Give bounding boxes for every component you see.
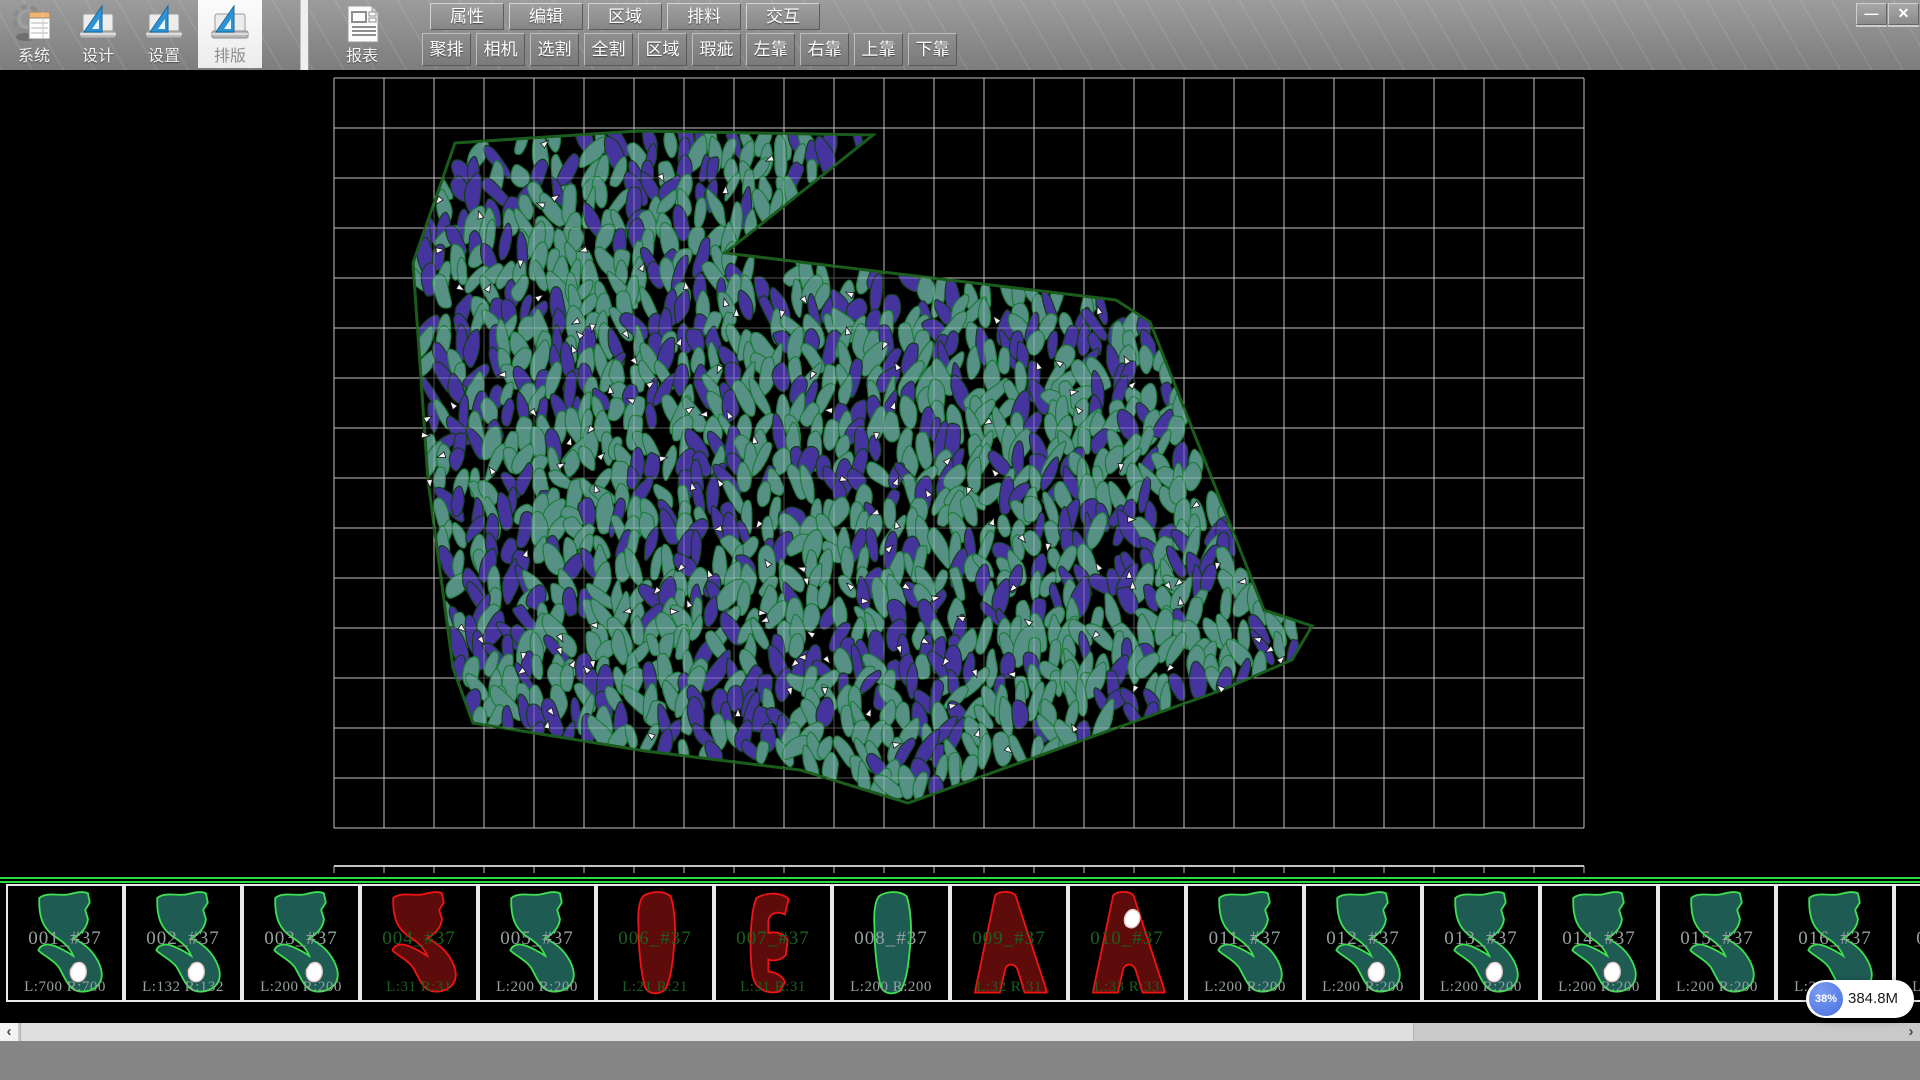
tool-button[interactable]: 选割 — [530, 33, 579, 66]
settings-icon — [142, 4, 186, 44]
nav-label: 系统 — [2, 42, 66, 66]
strip-separator-line — [0, 877, 1920, 879]
tool-bar: 聚排相机选割全割区域瑕疵左靠右靠上靠下靠 — [422, 33, 962, 66]
tool-button[interactable]: 瑕疵 — [692, 33, 741, 66]
tool-button[interactable]: 上靠 — [854, 33, 903, 66]
tool-button[interactable]: 区域 — [638, 33, 687, 66]
scrollbar-thumb[interactable] — [20, 1023, 1414, 1041]
toolbar: 系统 设计 设置 排版 报表 属性编辑区域排料交互 聚排相机选割全割区域瑕疵左靠… — [0, 0, 1920, 70]
menu-bar: 属性编辑区域排料交互 — [430, 3, 825, 30]
part-shape — [1553, 887, 1645, 999]
toolbar-separator — [300, 0, 309, 70]
tool-button[interactable]: 聚排 — [422, 33, 471, 66]
menu-button[interactable]: 属性 — [430, 3, 504, 30]
part-thumbnail[interactable]: 008_#37L:200 R:200 — [832, 884, 950, 1002]
part-shape — [609, 887, 701, 999]
tool-button[interactable]: 左靠 — [746, 33, 795, 66]
part-thumbnail[interactable]: 006_#37L:21 R:21 — [596, 884, 714, 1002]
menu-button[interactable]: 编辑 — [509, 3, 583, 30]
scroll-right-arrow[interactable]: › — [1902, 1023, 1920, 1041]
nav-layout[interactable]: 排版 — [198, 0, 262, 68]
application-window: 系统 设计 设置 排版 报表 属性编辑区域排料交互 聚排相机选割全割区域瑕疵左靠… — [0, 0, 1920, 1080]
part-shape — [1317, 887, 1409, 999]
part-shape — [491, 887, 583, 999]
strip-separator-line — [0, 881, 1920, 883]
part-shape — [137, 887, 229, 999]
part-thumbnail[interactable]: 014_#37L:200 R:200 — [1540, 884, 1658, 1002]
part-thumbnail[interactable]: 007_#37L:31 R:31 — [714, 884, 832, 1002]
design-icon — [76, 4, 120, 44]
window-bottom-edge — [0, 1041, 1920, 1080]
part-thumbnail[interactable]: 003_#37L:200 R:200 — [242, 884, 360, 1002]
part-shape — [1435, 887, 1527, 999]
part-shape — [1081, 887, 1173, 999]
memory-value: 384.8M — [1848, 980, 1898, 1018]
parts-list: 001_#37L:700 R:700002_#37L:132 R:132003_… — [0, 884, 1920, 1002]
part-thumbnail[interactable]: 012_#37L:200 R:200 — [1304, 884, 1422, 1002]
layout-icon — [208, 4, 252, 44]
nesting-scene — [0, 70, 1920, 877]
scroll-left-arrow[interactable]: ‹ — [0, 1023, 18, 1041]
part-thumbnail[interactable]: 013_#37L:200 R:200 — [1422, 884, 1540, 1002]
part-thumbnail[interactable]: 011_#37L:200 R:200 — [1186, 884, 1304, 1002]
part-thumbnail[interactable]: 009_#37L:32 R:31 — [950, 884, 1068, 1002]
part-shape — [727, 887, 819, 999]
menu-button[interactable]: 排料 — [667, 3, 741, 30]
part-thumbnail[interactable]: 005_#37L:200 R:200 — [478, 884, 596, 1002]
part-shape — [1199, 887, 1291, 999]
report-icon — [340, 4, 384, 44]
nav-label: 设置 — [132, 42, 196, 66]
close-button[interactable]: ✕ — [1888, 3, 1919, 25]
menu-button[interactable]: 交互 — [746, 3, 820, 30]
nav-design[interactable]: 设计 — [66, 0, 130, 68]
part-thumbnail[interactable]: 010_#37L:33 R:33 — [1068, 884, 1186, 1002]
part-shape — [255, 887, 347, 999]
nav-report[interactable]: 报表 — [330, 0, 394, 68]
tool-button[interactable]: 全割 — [584, 33, 633, 66]
nav-label: 排版 — [198, 42, 262, 66]
tool-button[interactable]: 右靠 — [800, 33, 849, 66]
part-shape — [845, 887, 937, 999]
parts-strip: 001_#37L:700 R:700002_#37L:132 R:132003_… — [0, 877, 1920, 1023]
menu-button[interactable]: 区域 — [588, 3, 662, 30]
part-shape — [1671, 887, 1763, 999]
nesting-canvas[interactable] — [0, 70, 1920, 877]
part-thumbnail[interactable]: 001_#37L:700 R:700 — [6, 884, 124, 1002]
horizontal-scrollbar[interactable]: ‹ › — [0, 1023, 1920, 1041]
nav-settings[interactable]: 设置 — [132, 0, 196, 68]
tool-button[interactable]: 下靠 — [908, 33, 957, 66]
part-thumbnail[interactable]: 015_#37L:200 R:200 — [1658, 884, 1776, 1002]
part-thumbnail[interactable]: 002_#37L:132 R:132 — [124, 884, 242, 1002]
nav-label: 报表 — [330, 42, 394, 66]
part-shape — [1907, 887, 1920, 999]
part-thumbnail[interactable]: 004_#37L:31 R:31 — [360, 884, 478, 1002]
minimize-button[interactable]: — — [1856, 3, 1887, 25]
progress-badge: 38% — [1809, 982, 1843, 1016]
tool-button[interactable]: 相机 — [476, 33, 525, 66]
nav-system[interactable]: 系统 — [2, 0, 66, 68]
nav-label: 设计 — [66, 42, 130, 66]
part-shape — [19, 887, 111, 999]
memory-status: 38% 384.8M — [1806, 980, 1914, 1018]
part-shape — [963, 887, 1055, 999]
system-icon — [12, 4, 56, 44]
part-shape — [373, 887, 465, 999]
